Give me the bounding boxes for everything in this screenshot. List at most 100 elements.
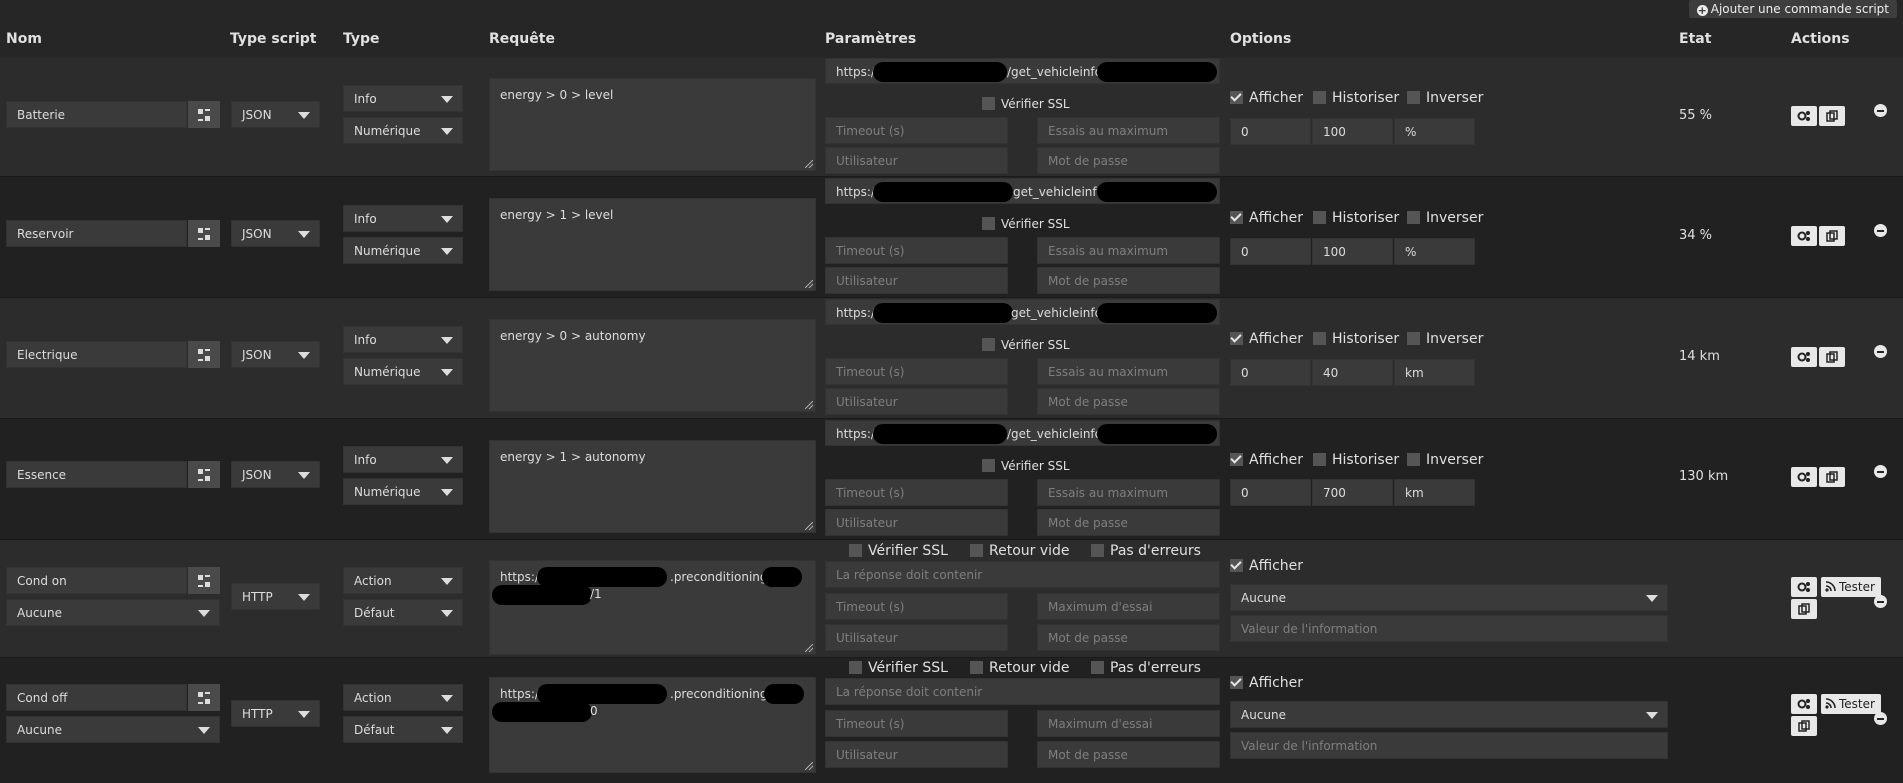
verify-ssl-checkbox[interactable]: Vérifier SSL — [982, 96, 1070, 112]
timeout-input[interactable]: Timeout (s) — [825, 358, 1008, 385]
verify-ssl-checkbox[interactable]: Vérifier SSL — [982, 216, 1070, 232]
request-textarea[interactable]: https:/ .preconditioning/ /1 — [489, 560, 816, 655]
test-button[interactable]: Tester — [1821, 694, 1881, 714]
password-input[interactable]: Mot de passe — [1037, 147, 1220, 174]
duplicate-button[interactable] — [1791, 599, 1817, 619]
password-input[interactable]: Mot de passe — [1037, 624, 1220, 651]
timeout-input[interactable]: Timeout (s) — [825, 117, 1008, 144]
max-attempts-input[interactable]: Essais au maximum — [1037, 479, 1220, 506]
max-value-input[interactable]: 100 — [1312, 238, 1393, 265]
username-input[interactable]: Utilisateur — [825, 147, 1008, 174]
verify-ssl-checkbox[interactable]: Vérifier SSL — [982, 458, 1070, 474]
unit-input[interactable]: km — [1394, 359, 1475, 386]
advanced-config-button[interactable] — [1791, 694, 1817, 714]
afficher-checkbox[interactable]: Afficher — [1230, 210, 1303, 226]
timeout-input[interactable]: Timeout (s) — [825, 593, 1008, 620]
verify-ssl-checkbox[interactable]: Vérifier SSL — [849, 660, 948, 676]
inverser-checkbox[interactable]: Inverser — [1407, 90, 1483, 106]
url-input[interactable]: https://get_vehicleinfo/ — [825, 58, 1220, 84]
command-name-input[interactable]: Cond off — [6, 684, 187, 711]
timeout-input[interactable]: Timeout (s) — [825, 710, 1008, 737]
unit-input[interactable]: % — [1394, 238, 1475, 265]
resize-handle-icon[interactable] — [805, 522, 813, 530]
username-input[interactable]: Utilisateur — [825, 509, 1008, 536]
afficher-checkbox[interactable]: Afficher — [1230, 675, 1303, 691]
type-select[interactable]: Info — [343, 326, 463, 353]
request-textarea[interactable]: energy > 1 > level — [489, 198, 816, 291]
request-textarea[interactable]: energy > 0 > level — [489, 78, 816, 171]
advanced-config-button[interactable] — [1791, 577, 1817, 597]
request-textarea[interactable]: energy > 0 > autonomy — [489, 319, 816, 412]
inverser-checkbox[interactable]: Inverser — [1407, 210, 1483, 226]
historiser-checkbox[interactable]: Historiser — [1313, 210, 1399, 226]
historiser-checkbox[interactable]: Historiser — [1313, 331, 1399, 347]
max-attempts-input[interactable]: Maximum d'essai — [1037, 710, 1220, 737]
subtype-select[interactable]: Défaut — [343, 599, 463, 626]
unit-input[interactable]: km — [1394, 479, 1475, 506]
url-input[interactable]: https:/get_vehicleinfo, — [825, 299, 1220, 325]
duplicate-button[interactable] — [1819, 226, 1845, 246]
resize-handle-icon[interactable] — [805, 762, 813, 770]
configure-command-button[interactable] — [188, 220, 220, 247]
max-value-input[interactable]: 100 — [1312, 118, 1393, 145]
password-input[interactable]: Mot de passe — [1037, 741, 1220, 768]
url-input[interactable]: https://get_vehicleinfo/ — [825, 420, 1220, 446]
resize-handle-icon[interactable] — [805, 280, 813, 288]
script-type-select[interactable]: JSON — [231, 220, 320, 247]
no-errors-checkbox[interactable]: Pas d'erreurs — [1091, 543, 1201, 559]
type-select[interactable]: Action — [343, 567, 463, 594]
type-select[interactable]: Info — [343, 85, 463, 112]
empty-response-checkbox[interactable]: Retour vide — [970, 660, 1070, 676]
configure-command-button[interactable] — [188, 461, 220, 488]
command-name-input[interactable]: Reservoir — [6, 220, 187, 247]
username-input[interactable]: Utilisateur — [825, 624, 1008, 651]
value-select[interactable]: Aucune — [6, 599, 220, 626]
subtype-select[interactable]: Numérique — [343, 358, 463, 385]
historiser-checkbox[interactable]: Historiser — [1313, 452, 1399, 468]
script-type-select[interactable]: JSON — [231, 461, 320, 488]
username-input[interactable]: Utilisateur — [825, 388, 1008, 415]
subtype-select[interactable]: Défaut — [343, 716, 463, 743]
afficher-checkbox[interactable]: Afficher — [1230, 558, 1303, 574]
test-button[interactable]: Tester — [1821, 577, 1881, 597]
request-textarea[interactable]: energy > 1 > autonomy — [489, 440, 816, 533]
historiser-checkbox[interactable]: Historiser — [1313, 90, 1399, 106]
subtype-select[interactable]: Numérique — [343, 237, 463, 264]
value-select[interactable]: Aucune — [6, 716, 220, 743]
max-attempts-input[interactable]: Essais au maximum — [1037, 117, 1220, 144]
max-value-input[interactable]: 40 — [1312, 359, 1393, 386]
action-value-select[interactable]: Aucune — [1230, 584, 1668, 611]
min-value-input[interactable]: 0 — [1230, 359, 1311, 386]
afficher-checkbox[interactable]: Afficher — [1230, 331, 1303, 347]
command-name-input[interactable]: Cond on — [6, 567, 187, 594]
duplicate-button[interactable] — [1819, 106, 1845, 126]
script-type-select[interactable]: HTTP — [231, 583, 320, 610]
response-must-contain-input[interactable]: La réponse doit contenir — [825, 561, 1220, 588]
configure-command-button[interactable] — [188, 684, 220, 711]
unit-input[interactable]: % — [1394, 118, 1475, 145]
remove-command-icon[interactable] — [1874, 712, 1887, 725]
advanced-config-button[interactable] — [1791, 106, 1817, 126]
verify-ssl-checkbox[interactable]: Vérifier SSL — [849, 543, 948, 559]
max-value-input[interactable]: 700 — [1312, 479, 1393, 506]
inverser-checkbox[interactable]: Inverser — [1407, 452, 1483, 468]
configure-command-button[interactable] — [188, 567, 220, 594]
request-textarea[interactable]: https:/ .preconditioning/ 0 — [489, 677, 816, 773]
max-attempts-input[interactable]: Essais au maximum — [1037, 237, 1220, 264]
subtype-select[interactable]: Numérique — [343, 478, 463, 505]
command-name-input[interactable]: Electrique — [6, 341, 187, 368]
configure-command-button[interactable] — [188, 101, 220, 128]
command-name-input[interactable]: Batterie — [6, 101, 187, 128]
info-value-input[interactable]: Valeur de l'information — [1230, 732, 1668, 759]
script-type-select[interactable]: JSON — [231, 341, 320, 368]
timeout-input[interactable]: Timeout (s) — [825, 237, 1008, 264]
timeout-input[interactable]: Timeout (s) — [825, 479, 1008, 506]
resize-handle-icon[interactable] — [805, 401, 813, 409]
response-must-contain-input[interactable]: La réponse doit contenir — [825, 678, 1220, 705]
inverser-checkbox[interactable]: Inverser — [1407, 331, 1483, 347]
resize-handle-icon[interactable] — [805, 644, 813, 652]
password-input[interactable]: Mot de passe — [1037, 267, 1220, 294]
script-type-select[interactable]: JSON — [231, 101, 320, 128]
remove-command-icon[interactable] — [1874, 465, 1887, 478]
command-name-input[interactable]: Essence — [6, 461, 187, 488]
